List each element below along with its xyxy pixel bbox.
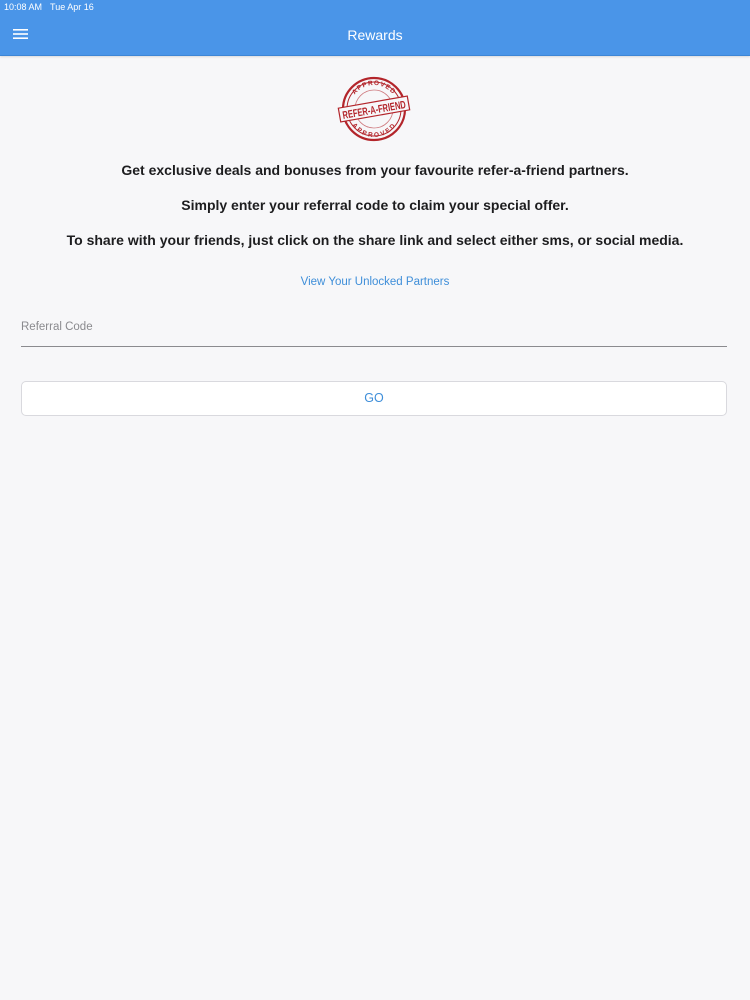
go-button[interactable]: GO [21,381,727,416]
status-date: Tue Apr 16 [50,2,94,12]
referral-code-field [21,312,727,347]
referral-code-input[interactable] [21,312,727,342]
intro-text-share: To share with your friends, just click o… [66,232,684,248]
status-bar: 10:08 AM Tue Apr 16 [4,1,94,13]
svg-text:APPROVED: APPROVED [350,122,397,139]
refer-a-friend-badge: APPROVED APPROVED REFER-A-FRIEND [336,75,412,143]
page-title: Rewards [347,27,403,43]
app-header: 10:08 AM Tue Apr 16 Rewards [0,0,750,56]
status-time: 10:08 AM [4,2,43,12]
intro-text-enter-code: Simply enter your referral code to claim… [181,197,569,213]
refer-a-friend-stamp-icon: APPROVED APPROVED REFER-A-FRIEND [337,76,411,142]
rewards-screen: 10:08 AM Tue Apr 16 Rewards APPROVED APP… [0,0,750,1000]
view-unlocked-partners-link[interactable]: View Your Unlocked Partners [0,274,750,290]
intro-text-deals: Get exclusive deals and bonuses from you… [121,162,629,178]
